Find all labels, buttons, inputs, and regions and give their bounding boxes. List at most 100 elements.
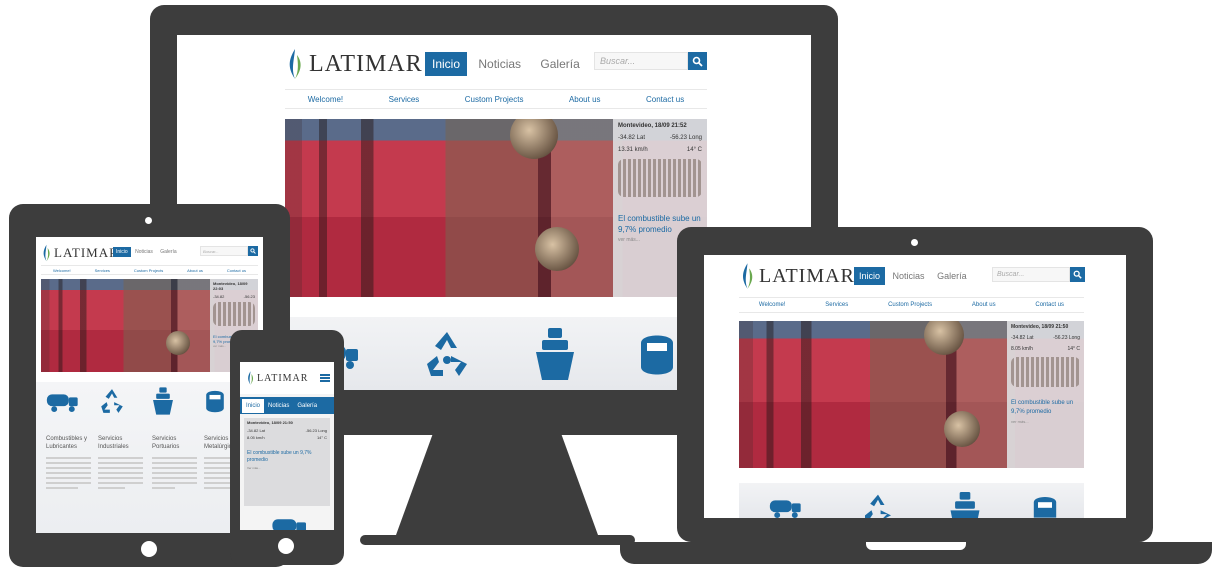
longitude: -56.23 Long xyxy=(305,428,327,433)
read-more-link[interactable]: ver más... xyxy=(1011,419,1080,424)
logo[interactable]: LATIMAR xyxy=(246,369,308,387)
location-time: Montevideo, 18/09 21:52 xyxy=(618,123,687,129)
news-headline[interactable]: El combustible sube un 9,7% promedio xyxy=(247,450,327,464)
truck-icon[interactable] xyxy=(764,496,808,518)
nav-tab-inicio[interactable]: Inicio xyxy=(113,247,131,257)
temperature: 14° C xyxy=(1067,346,1080,352)
logo[interactable]: LATIMAR xyxy=(739,261,855,291)
subnav-contact-us[interactable]: Contact us xyxy=(1035,302,1064,308)
subnav-welcome[interactable]: Welcome! xyxy=(53,268,71,273)
subnav-services[interactable]: Services xyxy=(389,95,420,104)
logo-text: LATIMAR xyxy=(759,264,855,287)
nav-tab-noticias[interactable]: Noticias xyxy=(132,247,156,257)
subnav-contact-us[interactable]: Contact us xyxy=(646,95,684,104)
hamburger-menu-icon[interactable] xyxy=(320,374,330,382)
location-time: Montevideo, 18/09 21:50 xyxy=(1011,324,1069,330)
nav-tab-galeria[interactable]: Galería xyxy=(932,267,972,285)
subnav-about-us[interactable]: About us xyxy=(972,302,996,308)
rivet-image xyxy=(510,119,558,159)
longitude: -56.23 Long xyxy=(1053,335,1080,341)
read-more-link[interactable]: Ver más... xyxy=(247,466,327,470)
services-icon-band xyxy=(285,317,707,390)
ship-icon[interactable] xyxy=(152,387,174,415)
subnav-custom-projects[interactable]: Custom Projects xyxy=(134,268,163,273)
longitude: -56.23 xyxy=(243,294,255,299)
search-button[interactable] xyxy=(1070,267,1085,282)
nav-tab-inicio[interactable]: Inicio xyxy=(242,398,265,413)
service-column: Servicios Industriales xyxy=(98,387,143,492)
ship-icon[interactable] xyxy=(534,327,576,380)
logo[interactable]: LATIMAR xyxy=(41,243,119,263)
welding-mask-icon[interactable] xyxy=(1031,492,1059,518)
welding-mask-icon[interactable] xyxy=(637,329,677,379)
search-input[interactable]: Buscar... xyxy=(997,271,1024,278)
news-headline[interactable]: El combustible sube un 9,7% promedio xyxy=(1011,399,1080,417)
subnav-services[interactable]: Services xyxy=(95,268,110,273)
subnav-contact-us[interactable]: Contact us xyxy=(227,268,246,273)
hero-image: Montevideo, 18/09 22:03 -34.82 -56.23 El … xyxy=(41,279,258,372)
search-button[interactable] xyxy=(248,246,258,256)
nav-tab-galeria[interactable]: Galería xyxy=(532,52,587,76)
news-panel: Montevideo, 18/09 21:50 -34.82 Lat -56.23… xyxy=(244,418,330,506)
logo[interactable]: LATIMAR xyxy=(285,47,423,81)
subnav-welcome[interactable]: Welcome! xyxy=(308,95,343,104)
longitude: -56.23 Long xyxy=(669,135,702,141)
service-description xyxy=(152,457,197,489)
search-input[interactable]: Buscar... xyxy=(600,56,635,66)
monitor-base xyxy=(360,535,635,545)
phone-home-button[interactable] xyxy=(278,538,294,554)
service-title[interactable]: Servicios Portuarios xyxy=(152,435,197,451)
sub-nav: Welcome! Services Custom Projects About … xyxy=(285,89,707,109)
flame-logo-icon xyxy=(289,49,301,79)
nav-tab-inicio[interactable]: Inicio xyxy=(854,267,886,285)
logo-text: LATIMAR xyxy=(257,372,309,384)
subnav-welcome[interactable]: Welcome! xyxy=(759,302,786,308)
world-map xyxy=(1011,357,1080,387)
subnav-about-us[interactable]: About us xyxy=(187,268,203,273)
search-icon xyxy=(692,56,703,67)
ship-icon[interactable] xyxy=(949,492,981,518)
subnav-custom-projects[interactable]: Custom Projects xyxy=(888,302,932,308)
main-nav: Inicio Noticias Galería xyxy=(240,397,334,414)
news-panel: Montevideo, 18/09 21:50 -34.82 Lat -56.23… xyxy=(1007,321,1084,468)
wind-speed: 13.31 km/h xyxy=(618,147,648,153)
tablet-camera xyxy=(145,217,152,224)
latitude: -34.82 Lat xyxy=(1011,335,1034,341)
recycle-icon[interactable] xyxy=(858,492,898,518)
service-title[interactable]: Combustibles y Lubricantes xyxy=(46,435,91,451)
wind-speed: 8.05 km/h xyxy=(247,435,265,440)
welding-mask-icon[interactable] xyxy=(204,387,226,415)
tablet-home-button[interactable] xyxy=(141,541,157,557)
latitude: -34.82 xyxy=(213,294,225,299)
nav-tab-galeria[interactable]: Galería xyxy=(293,399,321,413)
subnav-about-us[interactable]: About us xyxy=(569,95,601,104)
service-description xyxy=(46,457,91,489)
search-box: Buscar... xyxy=(992,267,1070,282)
nav-tab-inicio[interactable]: Inicio xyxy=(425,52,468,76)
truck-icon[interactable] xyxy=(272,516,308,530)
world-map xyxy=(618,159,702,197)
recycle-icon[interactable] xyxy=(421,328,473,380)
laptop-trackpad-notch xyxy=(866,542,966,550)
latitude: -34.82 Lat xyxy=(247,428,266,433)
nav-tab-noticias[interactable]: Noticias xyxy=(470,52,529,76)
service-title[interactable]: Servicios Industriales xyxy=(98,435,143,451)
search-button[interactable] xyxy=(688,52,707,70)
tablet-screen: LATIMAR Inicio Noticias Galería Buscar..… xyxy=(36,237,263,533)
subnav-services[interactable]: Services xyxy=(825,302,848,308)
nav-tab-noticias[interactable]: Noticias xyxy=(888,267,930,285)
search-icon xyxy=(1073,270,1082,279)
nav-tab-noticias[interactable]: Noticias xyxy=(264,399,293,413)
flame-logo-icon xyxy=(43,244,50,262)
truck-icon[interactable] xyxy=(46,390,80,412)
search-input[interactable]: Buscar... xyxy=(203,249,219,254)
sub-nav: Welcome! Services Custom Projects About … xyxy=(41,265,258,275)
logo-text: LATIMAR xyxy=(54,245,119,260)
temperature: 14° C xyxy=(686,147,702,153)
rivet-image xyxy=(535,227,579,271)
hero-image: Montevideo, 18/09 21:50 -34.82 Lat -56.23… xyxy=(739,321,1084,468)
rivet-image xyxy=(166,331,190,355)
recycle-icon[interactable] xyxy=(98,387,126,415)
nav-tab-galeria[interactable]: Galería xyxy=(157,247,179,257)
subnav-custom-projects[interactable]: Custom Projects xyxy=(465,95,524,104)
